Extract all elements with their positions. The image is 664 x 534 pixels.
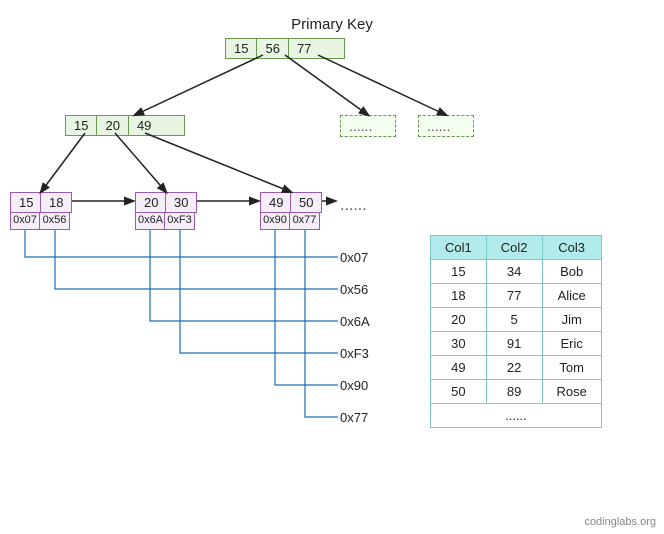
addr-2: 0x6A bbox=[340, 314, 370, 329]
data-table: Col1 Col2 Col3 15 34 Bob 18 77 Alice 20 … bbox=[430, 235, 602, 428]
cell-2-2: Jim bbox=[542, 308, 601, 332]
cell-0-0: 15 bbox=[431, 260, 487, 284]
leaf-1-ptr-0: 0x6A bbox=[135, 212, 165, 230]
leaf-node-0: 15 18 bbox=[10, 192, 72, 213]
cell-2-1: 5 bbox=[486, 308, 542, 332]
cell-3-2: Eric bbox=[542, 332, 601, 356]
leaf-1-key-0: 20 bbox=[136, 193, 166, 212]
table-row: 20 5 Jim bbox=[431, 308, 602, 332]
leaf-node-2: 49 50 bbox=[260, 192, 322, 213]
cell-1-0: 18 bbox=[431, 284, 487, 308]
leaf-1-ptr-1: 0xF3 bbox=[165, 212, 195, 230]
table-row: 18 77 Alice bbox=[431, 284, 602, 308]
leaf-2-key-0: 49 bbox=[261, 193, 291, 212]
table-row: 50 89 Rose bbox=[431, 380, 602, 404]
table-row: 30 91 Eric bbox=[431, 332, 602, 356]
leaf-2-ptr-0: 0x90 bbox=[260, 212, 290, 230]
leaf-0-ptr-1: 0x56 bbox=[40, 212, 70, 230]
level2-node-1: ...... bbox=[340, 115, 396, 137]
diagram: Primary Key 15 56 77 15 20 49 ...... ...… bbox=[0, 0, 664, 534]
leaf-0-ptr-0: 0x07 bbox=[10, 212, 40, 230]
leaf-1-ptrs: 0x6A 0xF3 bbox=[135, 212, 195, 230]
l2-2-cell: ...... bbox=[419, 116, 458, 136]
col-header-0: Col1 bbox=[431, 236, 487, 260]
page-title: Primary Key bbox=[0, 8, 664, 33]
leaf-1-key-1: 30 bbox=[166, 193, 196, 212]
cell-4-2: Tom bbox=[542, 356, 601, 380]
cell-5-0: 50 bbox=[431, 380, 487, 404]
addr-1: 0x56 bbox=[340, 282, 368, 297]
cell-1-2: Alice bbox=[542, 284, 601, 308]
leaf-0-key-0: 15 bbox=[11, 193, 41, 212]
addr-5: 0x77 bbox=[340, 410, 368, 425]
root-cell-2: 77 bbox=[289, 39, 319, 58]
addr-4: 0x90 bbox=[340, 378, 368, 393]
l2-1-cell: ...... bbox=[341, 116, 380, 136]
leaf-0-key-1: 18 bbox=[41, 193, 71, 212]
col-header-2: Col3 bbox=[542, 236, 601, 260]
l2-0-cell-0: 15 bbox=[66, 116, 97, 135]
leaf-2-key-1: 50 bbox=[291, 193, 321, 212]
cell-0-1: 34 bbox=[486, 260, 542, 284]
l2-0-cell-2: 49 bbox=[129, 116, 159, 135]
cell-5-1: 89 bbox=[486, 380, 542, 404]
leaf-2-ptr-1: 0x77 bbox=[290, 212, 320, 230]
cell-4-1: 22 bbox=[486, 356, 542, 380]
leaf-0-ptrs: 0x07 0x56 bbox=[10, 212, 70, 230]
leaf-node-1: 20 30 bbox=[135, 192, 197, 213]
col-header-1: Col2 bbox=[486, 236, 542, 260]
leaf-dots: ...... bbox=[340, 197, 367, 215]
addr-3: 0xF3 bbox=[340, 346, 369, 361]
table-row: 15 34 Bob bbox=[431, 260, 602, 284]
level2-node-2: ...... bbox=[418, 115, 474, 137]
cell-3-1: 91 bbox=[486, 332, 542, 356]
root-cell-1: 56 bbox=[257, 39, 288, 58]
table-footer-row: ...... bbox=[431, 404, 602, 428]
cell-5-2: Rose bbox=[542, 380, 601, 404]
cell-2-0: 20 bbox=[431, 308, 487, 332]
table-footer: ...... bbox=[431, 404, 602, 428]
cell-0-2: Bob bbox=[542, 260, 601, 284]
level2-node-0: 15 20 49 bbox=[65, 115, 185, 136]
leaf-2-ptrs: 0x90 0x77 bbox=[260, 212, 320, 230]
root-cell-0: 15 bbox=[226, 39, 257, 58]
addr-0: 0x07 bbox=[340, 250, 368, 265]
table-row: 49 22 Tom bbox=[431, 356, 602, 380]
cell-3-0: 30 bbox=[431, 332, 487, 356]
l2-0-cell-1: 20 bbox=[97, 116, 128, 135]
watermark: codinglabs.org bbox=[584, 516, 656, 528]
root-node: 15 56 77 bbox=[225, 38, 345, 59]
cell-4-0: 49 bbox=[431, 356, 487, 380]
cell-1-1: 77 bbox=[486, 284, 542, 308]
